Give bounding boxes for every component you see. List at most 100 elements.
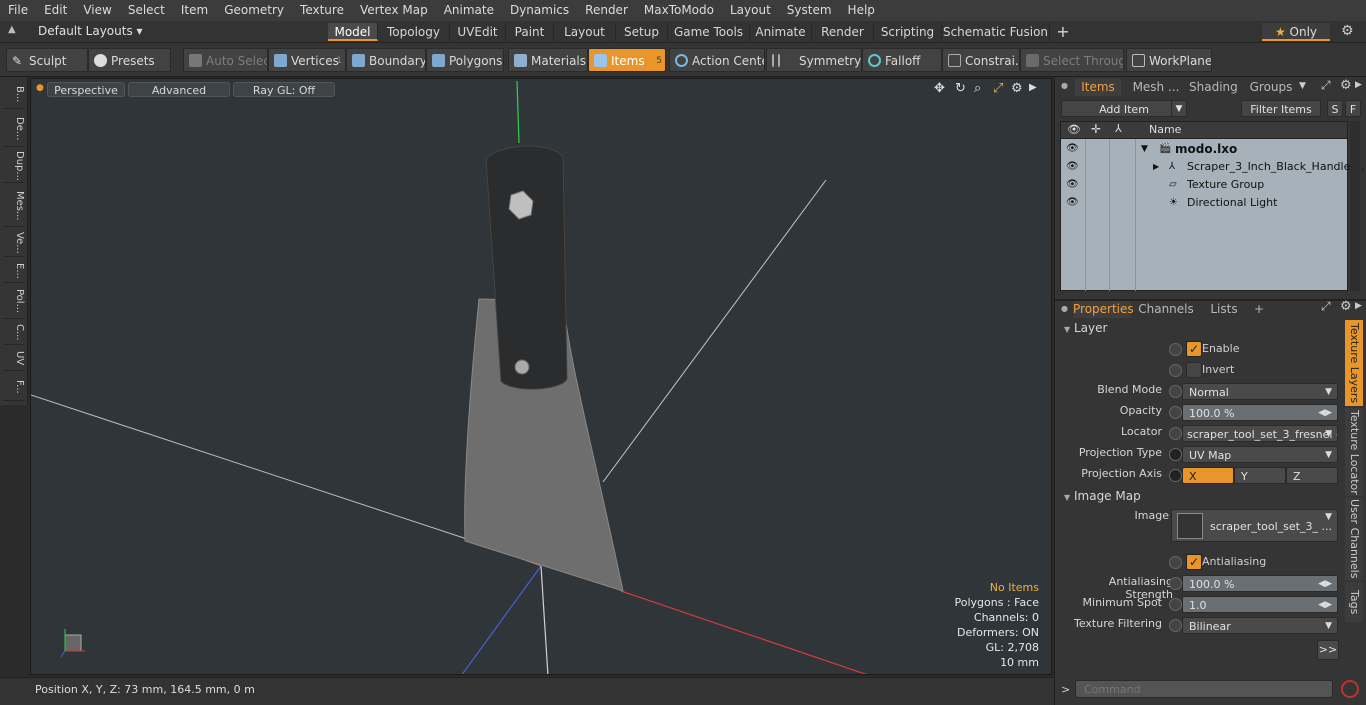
list-item[interactable]: 👁 ▶ ⅄ Scraper_3_Inch_Black_Handle ... (1061, 158, 1364, 176)
3d-viewport[interactable]: ● Perspective Advanced Ray GL: Off ✥ ↻ ⌕… (30, 78, 1052, 675)
tab-shading[interactable]: Shading (1189, 79, 1238, 96)
opacity-field[interactable]: 100.0 % ◀▶ (1182, 404, 1338, 421)
props-side-tab-user-channels[interactable]: User Channels (1345, 498, 1363, 580)
only-toggle[interactable]: ★ Only (1262, 23, 1330, 41)
list-item[interactable]: 👁 ☀ Directional Light (1061, 194, 1347, 212)
constraints-button[interactable]: Constrai... (942, 48, 1020, 72)
tab-properties[interactable]: Properties (1073, 301, 1134, 318)
projection-type-select[interactable]: UV Map ▼ (1182, 446, 1338, 463)
gear-icon[interactable]: ⚙ (1341, 23, 1354, 39)
stepper-icon[interactable]: ◀▶ (1318, 576, 1332, 591)
tab-model[interactable]: Model (328, 23, 378, 41)
tab-schematic-fusion[interactable]: Schematic Fusion (942, 23, 1050, 41)
props-panel-expand-icon[interactable]: ⤢ (1321, 299, 1331, 314)
menu-dynamics[interactable]: Dynamics (502, 0, 577, 21)
polygons-button[interactable]: Polygons (426, 48, 504, 72)
enable-dot[interactable] (1169, 343, 1182, 356)
left-tab-basic[interactable]: B... (3, 81, 25, 109)
props-side-tab-texture-layers[interactable]: Texture Layers (1345, 320, 1363, 406)
tab-topology[interactable]: Topology (378, 23, 450, 41)
layouts-arrow-icon[interactable]: ▲ (8, 24, 16, 35)
props-panel-more-icon[interactable]: ▶ (1355, 301, 1362, 311)
tab-lists[interactable]: Lists (1201, 301, 1247, 318)
menu-maxtomodo[interactable]: MaxToModo (636, 0, 722, 21)
vertices-button[interactable]: Vertices 1 (268, 48, 346, 72)
presets-button[interactable]: Presets (88, 48, 171, 72)
eye-icon[interactable]: 👁 (1066, 140, 1079, 158)
menu-geometry[interactable]: Geometry (216, 0, 292, 21)
default-layouts-dropdown[interactable]: Default Layouts ▾ (38, 24, 143, 38)
locator-select[interactable]: scraper_tool_set_3_fresnel ( ... ▼ (1182, 425, 1338, 442)
tab-paint[interactable]: Paint (506, 23, 554, 41)
left-tab-deform[interactable]: De... (3, 111, 25, 147)
props-panel-gear-icon[interactable]: ⚙ (1340, 299, 1352, 314)
axis-x-button[interactable]: X (1182, 467, 1234, 484)
auto-select-button[interactable]: Auto Select (183, 48, 268, 72)
record-icon[interactable] (1341, 680, 1359, 698)
eye-icon[interactable]: 👁 (1066, 194, 1079, 212)
action-center-button[interactable]: Action Center (669, 48, 765, 72)
tab-setup[interactable]: Setup (616, 23, 668, 41)
command-input[interactable] (1075, 680, 1333, 698)
tab-game-tools[interactable]: Game Tools (668, 23, 750, 41)
symmetry-button[interactable]: Symmetry (766, 48, 862, 72)
tab-scripting[interactable]: Scripting (874, 23, 942, 41)
add-tab-button[interactable]: + (1053, 23, 1073, 41)
raygl-toggle[interactable]: Ray GL: Off (233, 82, 335, 97)
antialiasing-checkbox[interactable]: ✓ (1186, 554, 1202, 570)
left-tab-edge[interactable]: E... (3, 259, 25, 283)
props-side-tab-texture-locator[interactable]: Texture Locator (1345, 408, 1363, 496)
menu-view[interactable]: View (75, 0, 119, 21)
axis-y-button[interactable]: Y (1234, 467, 1286, 484)
filter-items-button[interactable]: Filter Items (1241, 100, 1321, 117)
layer-section-header[interactable]: ▼ Layer (1064, 320, 1107, 337)
items-panel-gear-icon[interactable]: ⚙ (1340, 78, 1352, 93)
items-panel-expand-icon[interactable]: ⤢ (1321, 78, 1331, 93)
left-tab-uv[interactable]: UV (3, 347, 25, 371)
advanced-dropdown[interactable]: Advanced (128, 82, 230, 97)
tex-filter-dot[interactable] (1169, 619, 1182, 632)
viewport-settings-icon[interactable]: ⚙ (1011, 81, 1023, 96)
blend-mode-select[interactable]: Normal ▼ (1182, 383, 1338, 400)
left-tab-fusion[interactable]: F... (3, 373, 25, 401)
zoom-icon[interactable]: ⌕ (974, 81, 981, 96)
add-item-dropdown-icon[interactable]: ▼ (1171, 100, 1187, 117)
tab-uvedit[interactable]: UVEdit (450, 23, 506, 41)
maximize-icon[interactable]: ⤢ (993, 81, 1003, 96)
name-column-header[interactable]: Name (1149, 123, 1181, 136)
tex-filter-select[interactable]: Bilinear ▼ (1182, 617, 1338, 634)
opacity-dot[interactable] (1169, 406, 1182, 419)
blend-mode-dot[interactable] (1169, 385, 1182, 398)
list-item[interactable]: 👁 ▼ 🎬 modo.lxo (1061, 140, 1347, 158)
tab-animate[interactable]: Animate (750, 23, 812, 41)
props-side-tab-tags[interactable]: Tags (1345, 582, 1363, 622)
perspective-dropdown[interactable]: Perspective (47, 82, 125, 97)
boundary-button[interactable]: Boundary (346, 48, 426, 72)
menu-animate[interactable]: Animate (436, 0, 502, 21)
invert-checkbox[interactable] (1186, 362, 1202, 378)
locator-dot[interactable] (1169, 427, 1182, 440)
projection-type-dot[interactable] (1169, 448, 1182, 461)
min-spot-dot[interactable] (1169, 598, 1182, 611)
sculpt-button[interactable]: ✎ Sculpt (6, 48, 88, 72)
menu-edit[interactable]: Edit (36, 0, 75, 21)
left-tab-polygon[interactable]: Pol... (3, 285, 25, 319)
stepper-icon[interactable]: ◀▶ (1318, 597, 1332, 612)
image-map-section-header[interactable]: ▼ Image Map (1064, 488, 1141, 505)
items-button[interactable]: Items 5 (588, 48, 666, 72)
left-tab-mesh[interactable]: Mes... (3, 185, 25, 227)
falloff-button[interactable]: Falloff (862, 48, 942, 72)
workplane-button[interactable]: WorkPlane (1126, 48, 1212, 72)
left-tab-curve[interactable]: C... (3, 321, 25, 345)
add-item-button[interactable]: Add Item (1061, 100, 1187, 117)
menu-file[interactable]: File (0, 0, 36, 21)
items-tabs-more-icon[interactable]: ▼ (1299, 81, 1306, 91)
select-through-button[interactable]: Select Through (1020, 48, 1124, 72)
left-tab-duplicate[interactable]: Dup... (3, 149, 25, 183)
menu-item[interactable]: Item (173, 0, 216, 21)
props-panel-dot-icon[interactable]: ● (1061, 304, 1068, 313)
pan-icon[interactable]: ✥ (934, 81, 945, 96)
viewport-menu-dot-icon[interactable]: ● (36, 83, 44, 93)
stepper-icon[interactable]: ◀▶ (1318, 405, 1332, 420)
tab-groups[interactable]: Groups (1241, 79, 1301, 96)
